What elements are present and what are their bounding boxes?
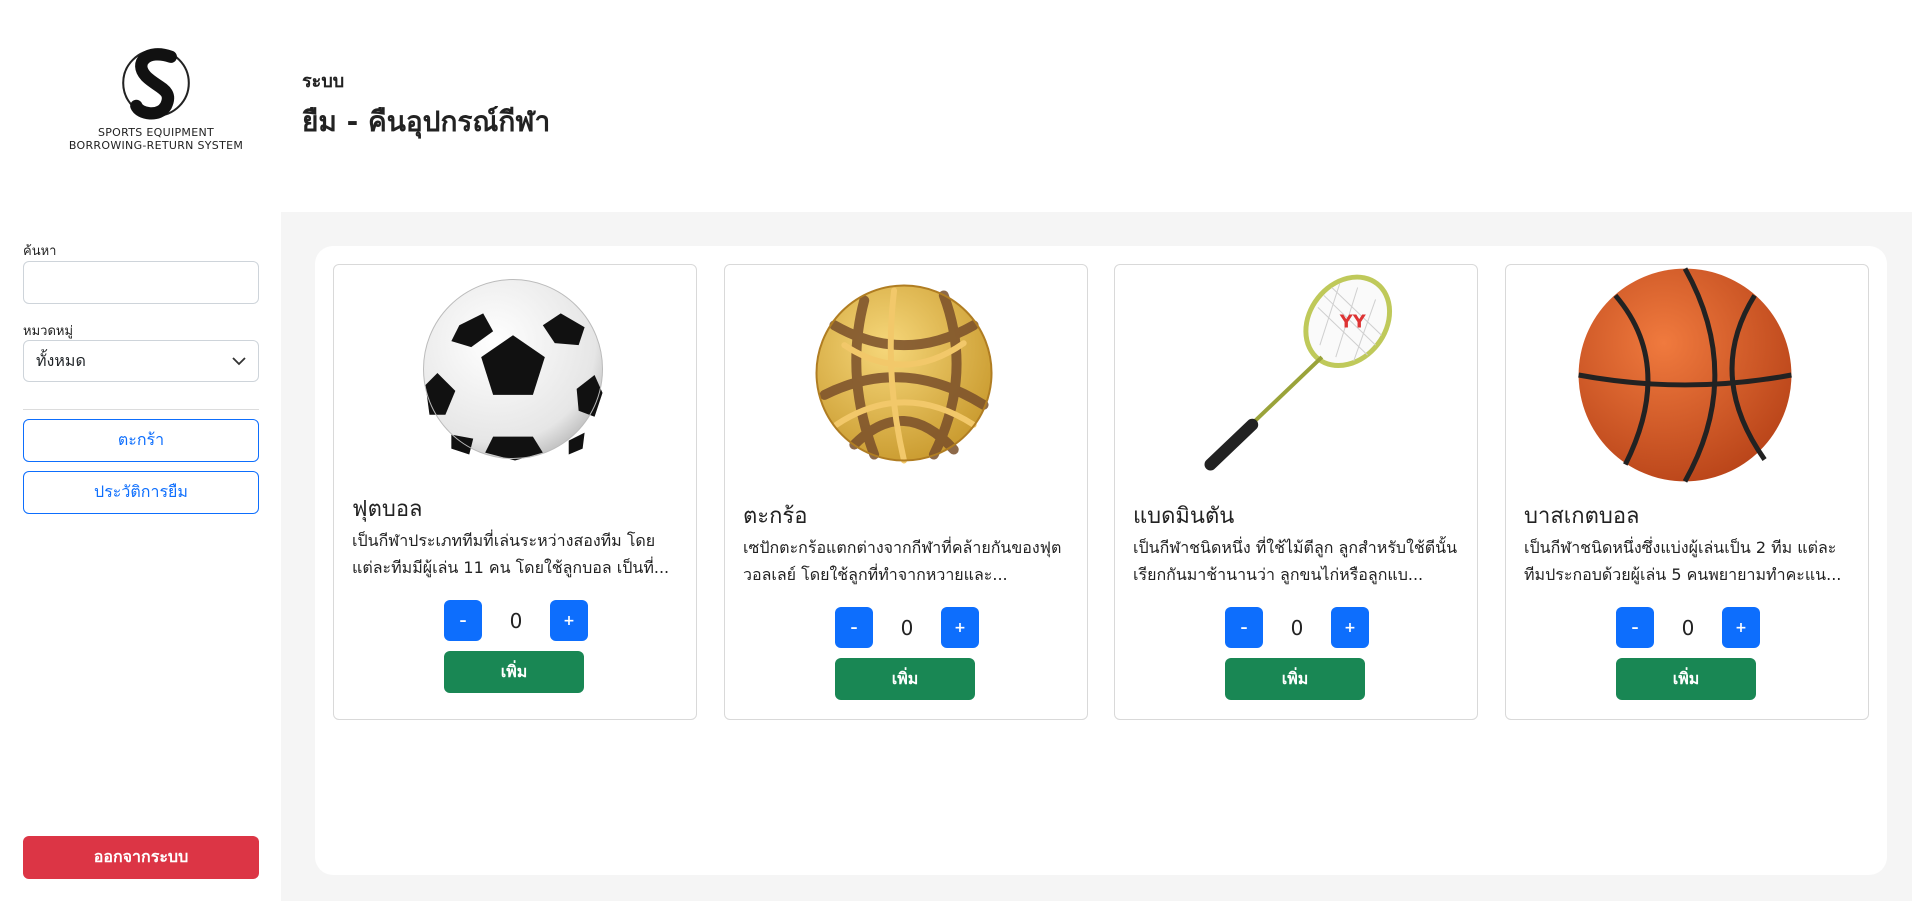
item-description: เป็นกีฬาประเภททีมที่เล่นระหว่างสองทีม โด…: [352, 531, 670, 577]
equipment-card-takraw: ตะกร้อ เซปักตะกร้อแตกต่างจากกีฬาที่คล้าย…: [724, 264, 1088, 720]
decrease-button[interactable]: –: [1225, 607, 1263, 648]
badminton-racket-icon: YY: [1204, 274, 1393, 471]
takraw-ball-icon: [815, 284, 993, 464]
item-description: เป็นกีฬาชนิดหนึ่ง ที่ใช้ไม้ตีลูก ลูกสำหร…: [1133, 538, 1457, 584]
quantity-value: 0: [1290, 615, 1304, 640]
quantity-stepper: – 0 +: [1225, 607, 1369, 648]
soccer-ball-icon: [423, 279, 604, 461]
equipment-card-soccer: ฟุตบอล เป็นกีฬาประเภททีมที่เล่นระหว่างสอ…: [333, 264, 697, 720]
quantity-stepper: – 0 +: [835, 607, 979, 648]
logo-s-icon: [122, 48, 190, 120]
sidebar: SPORTS EQUIPMENT BORROWING-RETURN SYSTEM…: [0, 0, 281, 901]
item-name: บาสเกตบอล: [1524, 504, 1640, 529]
category-select[interactable]: ทั้งหมด: [23, 340, 259, 382]
quantity-stepper: – 0 +: [444, 600, 588, 641]
add-button[interactable]: เพิ่ม: [444, 651, 584, 693]
decrease-button[interactable]: –: [1616, 607, 1654, 648]
category-label: หมวดหมู่: [23, 324, 74, 339]
logo: SPORTS EQUIPMENT BORROWING-RETURN SYSTEM: [50, 42, 262, 172]
quantity-value: 0: [900, 615, 914, 640]
category-selected-value: ทั้งหมด: [36, 350, 86, 370]
item-name: แบดมินตัน: [1133, 504, 1235, 529]
page-title: ยืม - คืนอุปกรณ์กีฬา: [302, 105, 551, 138]
increase-button[interactable]: +: [550, 600, 588, 641]
quantity-value: 0: [1681, 615, 1695, 640]
add-button[interactable]: เพิ่ม: [835, 658, 975, 700]
increase-button[interactable]: +: [941, 607, 979, 648]
logo-line-1: SPORTS EQUIPMENT: [97, 126, 215, 139]
equipment-card-basketball: บาสเกตบอล เป็นกีฬาชนิดหนึ่งซึ่งแบ่งผู้เล…: [1505, 264, 1869, 720]
quantity-value: 0: [509, 608, 523, 633]
add-button[interactable]: เพิ่ม: [1225, 658, 1365, 700]
item-description: เป็นกีฬาชนิดหนึ่งซึ่งแบ่งผู้เล่นเป็น 2 ท…: [1524, 538, 1842, 584]
increase-button[interactable]: +: [1331, 607, 1369, 648]
search-input[interactable]: [23, 261, 259, 304]
search-label: ค้นหา: [23, 244, 57, 259]
logout-button[interactable]: ออกจากระบบ: [23, 836, 259, 879]
sidebar-divider: [23, 409, 259, 410]
borrow-history-button[interactable]: ประวัติการยืม: [23, 471, 259, 514]
logo-line-2: BORROWING-RETURN SYSTEM: [68, 139, 244, 152]
decrease-button[interactable]: –: [835, 607, 873, 648]
quantity-stepper: – 0 +: [1616, 607, 1760, 648]
chevron-down-icon: [232, 357, 246, 366]
page-subtitle: ระบบ: [302, 71, 345, 92]
item-name: ฟุตบอล: [352, 497, 423, 522]
basketball-icon: [1578, 267, 1792, 483]
add-button[interactable]: เพิ่ม: [1616, 658, 1756, 700]
equipment-card-badminton: YY แบดมินตัน เป็นกีฬาชนิดหนึ่ง ที่ใช้ไม้…: [1114, 264, 1478, 720]
item-name: ตะกร้อ: [743, 504, 808, 529]
svg-text:YY: YY: [1339, 311, 1367, 332]
increase-button[interactable]: +: [1722, 607, 1760, 648]
item-description: เซปักตะกร้อแตกต่างจากกีฬาที่คล้ายกันของฟ…: [743, 538, 1062, 584]
cart-button[interactable]: ตะกร้า: [23, 419, 259, 462]
decrease-button[interactable]: –: [444, 600, 482, 641]
